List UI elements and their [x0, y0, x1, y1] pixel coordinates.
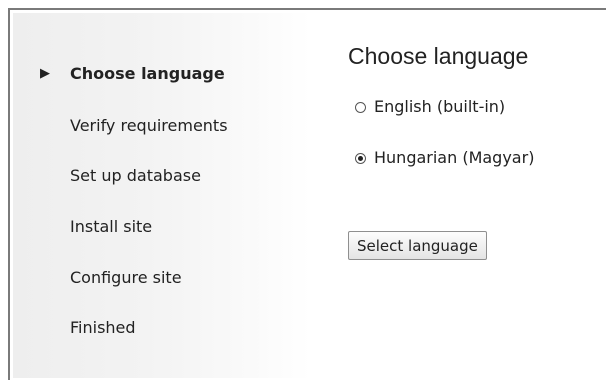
language-option-english[interactable]: English (built-in) — [355, 97, 505, 117]
task-label: Install site — [70, 217, 153, 236]
task-label: Finished — [70, 318, 136, 337]
radio-english[interactable] — [355, 101, 366, 113]
active-task-arrow-icon: ▶ — [40, 66, 50, 81]
task-label: Choose language — [70, 64, 225, 83]
select-language-button[interactable]: Select language — [348, 231, 487, 260]
option-label: Hungarian (Magyar) — [374, 148, 535, 167]
task-label: Verify requirements — [70, 116, 228, 135]
radio-hungarian[interactable] — [355, 152, 366, 164]
language-option-hungarian[interactable]: Hungarian (Magyar) — [355, 148, 534, 168]
page-title: Choose language — [348, 43, 529, 69]
task-label: Set up database — [70, 166, 201, 185]
option-label: English (built-in) — [374, 97, 506, 116]
task-label: Configure site — [70, 268, 182, 287]
